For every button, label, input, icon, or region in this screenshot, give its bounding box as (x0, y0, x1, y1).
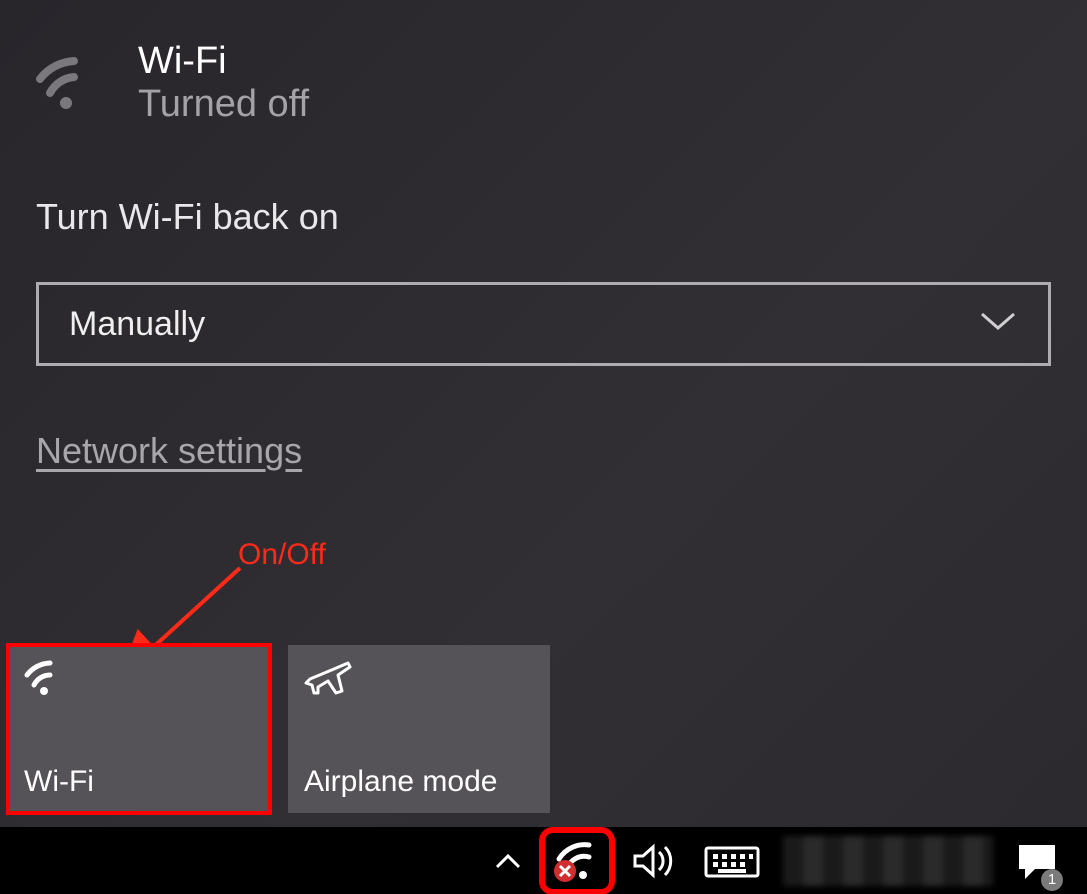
tray-volume-icon[interactable] (631, 833, 681, 889)
wifi-tile-label: Wi-Fi (24, 765, 254, 799)
taskbar: 1 (0, 827, 1087, 894)
tray-network-icon[interactable] (545, 833, 609, 889)
wifi-status-text: Wi-Fi Turned off (138, 40, 309, 126)
notification-badge: 1 (1041, 869, 1063, 891)
tray-overflow-chevron-icon[interactable] (493, 833, 523, 889)
wifi-status-row: Wi-Fi Turned off (36, 40, 1051, 126)
network-flyout: Wi-Fi Turned off Turn Wi-Fi back on Manu… (0, 0, 1087, 827)
airplane-mode-tile[interactable]: Airplane mode (288, 645, 550, 813)
tray-clock-area[interactable] (783, 833, 993, 889)
chevron-down-icon (978, 310, 1018, 339)
annotation-onoff-label: On/Off (238, 538, 326, 572)
network-settings-link[interactable]: Network settings (36, 430, 302, 472)
turn-back-on-value: Manually (69, 305, 205, 344)
turn-back-on-label: Turn Wi-Fi back on (36, 196, 1051, 238)
airplane-icon (304, 659, 534, 706)
turn-back-on-select[interactable]: Manually (36, 282, 1051, 366)
tray-clock-blurred (783, 836, 993, 886)
airplane-tile-label: Airplane mode (304, 765, 534, 799)
wifi-state: Turned off (138, 83, 309, 126)
tray-action-center-icon[interactable]: 1 (1015, 833, 1059, 889)
wifi-off-icon (36, 55, 110, 116)
quick-action-tiles: Wi-Fi Airplane mode (8, 645, 550, 813)
wifi-tile[interactable]: Wi-Fi (8, 645, 270, 813)
wifi-title: Wi-Fi (138, 40, 309, 83)
wifi-icon (24, 659, 254, 702)
tray-keyboard-icon[interactable] (703, 833, 761, 889)
